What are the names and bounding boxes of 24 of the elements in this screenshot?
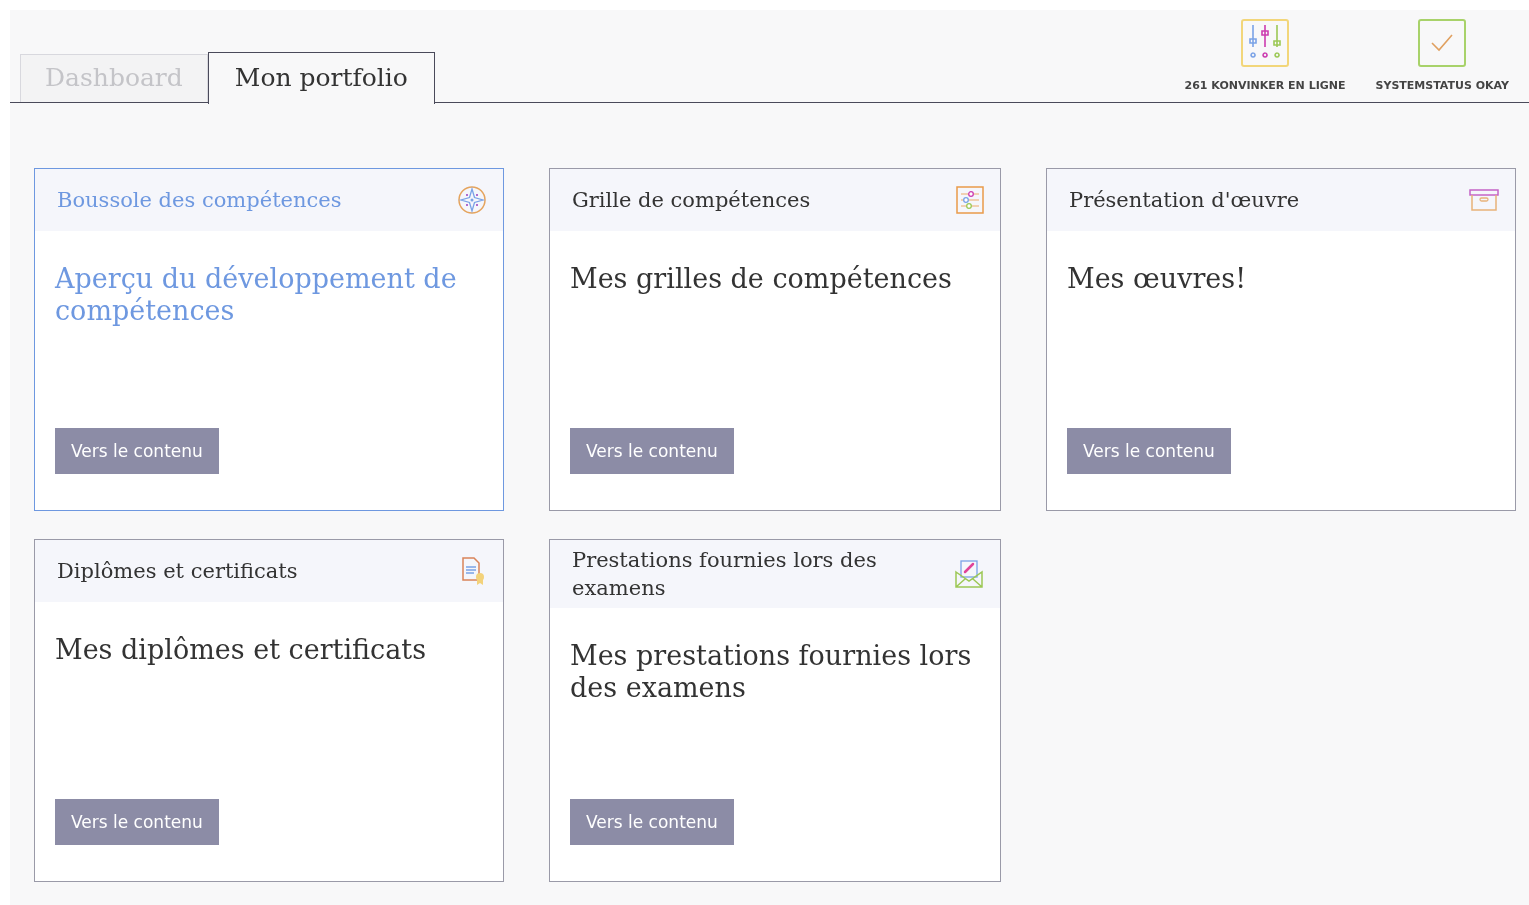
card-title: Grille de compétences	[572, 187, 811, 214]
card-text: Mes œuvres!	[1067, 263, 1247, 295]
certificate-icon	[461, 556, 487, 586]
card-title: Présentation d'œuvre	[1069, 187, 1300, 214]
card-title: Diplômes et certificats	[57, 558, 298, 585]
status-label: 261 KONVINKER EN LIGNE	[1184, 79, 1346, 92]
content-button[interactable]: Vers le contenu	[570, 799, 734, 845]
card-text: Aperçu du développement de compétences	[55, 263, 458, 327]
content-button[interactable]: Vers le contenu	[1067, 428, 1231, 474]
content-button[interactable]: Vers le contenu	[55, 428, 219, 474]
card-text: Mes diplômes et certificats	[55, 634, 427, 666]
card-text: Mes grilles de compétences	[570, 263, 953, 295]
card-title: Prestations fournies lors des examens	[572, 547, 878, 602]
tab[interactable]: Mon portfolio	[207, 51, 435, 104]
box-icon	[1469, 188, 1499, 212]
compass-icon	[457, 185, 487, 215]
card-title: Boussole des compétences	[57, 187, 342, 214]
check-icon[interactable]	[1418, 19, 1467, 67]
content-button[interactable]: Vers le contenu	[55, 799, 219, 845]
sliders-icon	[956, 186, 984, 214]
status-label: SYSTEMSTATUS OKAY	[1375, 79, 1509, 92]
card-text: Mes prestations fournies lors des examens	[570, 640, 973, 704]
sliders-icon[interactable]	[1241, 19, 1290, 67]
content-button[interactable]: Vers le contenu	[570, 428, 734, 474]
